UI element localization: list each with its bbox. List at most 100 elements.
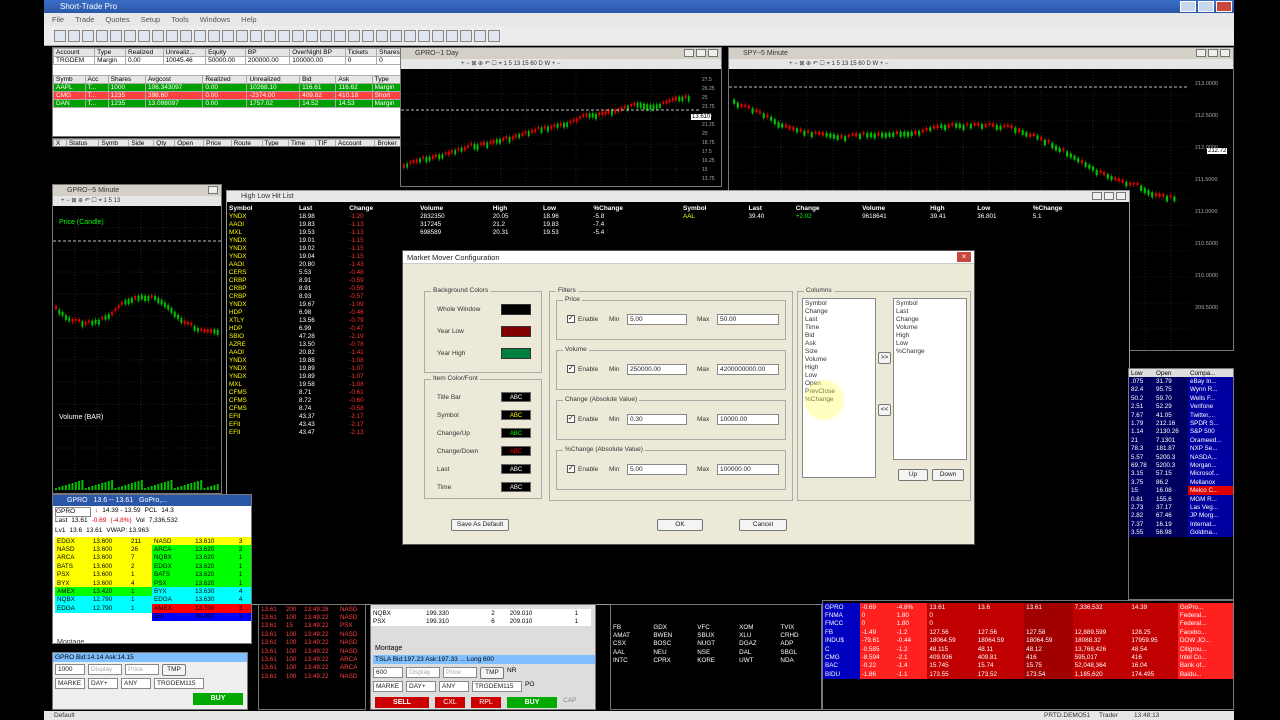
list-item[interactable]: Change	[896, 316, 964, 324]
table-row[interactable]: 3.55 56.98 Goldma...	[1129, 528, 1233, 537]
table-row[interactable]: 7.67 41.05 Twitter,...	[1129, 410, 1233, 420]
toolbar-icon-23[interactable]	[362, 29, 374, 42]
table-row[interactable]: CMG T... 1235 398.60 0.00 -2374.00 409.82 410.1…	[53, 91, 409, 100]
table-row[interactable]: AAPL T... 1000 106.343097 0.00 10268.10 116.61…	[53, 83, 409, 92]
any-select[interactable]: ANY	[121, 678, 151, 689]
maximize-button[interactable]	[1198, 1, 1214, 12]
table-row[interactable]: FB -1.49 -1.2 127.56 127.56 127.58 12,889,599 1…	[823, 628, 1233, 637]
table-row[interactable]: FNMA 0 1.80 0 Federal...	[823, 611, 1233, 620]
market-maker-row[interactable]: NQBX 199.330 2 209.010 1	[371, 609, 591, 618]
buy-button[interactable]: BUY	[193, 693, 243, 705]
sell-button[interactable]: SELL	[375, 697, 429, 708]
book-row[interactable]: EDGA 12.790 1	[55, 604, 152, 613]
menu-file[interactable]: File	[52, 13, 64, 26]
table-row[interactable]: MXL 19.53 -1.13 698589 20.31 19.53 -5.4	[227, 229, 677, 237]
table-row[interactable]: CMG -8.594 -2.1 409.936 409.81 416 595,017 416 I…	[823, 653, 1233, 662]
list-item[interactable]: Ask	[805, 340, 873, 348]
tif-select[interactable]: DAY+	[88, 678, 118, 689]
toolbar-icon-17[interactable]	[278, 29, 290, 42]
max-input[interactable]: 10000.00	[717, 414, 779, 425]
table-row[interactable]: 1.79 212.16 SPDR S...	[1129, 419, 1233, 428]
po-checkbox[interactable]: PO	[525, 681, 534, 692]
table-row[interactable]: AAL NEU NSE DAL SBGL	[611, 648, 821, 656]
table-row[interactable]: 1.14 2130.26 S&P 500	[1129, 427, 1233, 437]
display-input[interactable]: Display	[88, 664, 122, 675]
enable-checkbox[interactable]: ✓	[567, 465, 575, 473]
table-row[interactable]: 69.78 5200.3 Morgan...	[1129, 461, 1233, 470]
table-row[interactable]: 78.3 181.87 NXP Se...	[1129, 444, 1233, 453]
table-row[interactable]: 21 7.1301 Orameed...	[1129, 436, 1233, 445]
max-input[interactable]: 50.00	[717, 314, 779, 325]
account-select[interactable]: TRGDEM115	[472, 681, 522, 692]
toolbar-icon-21[interactable]	[334, 29, 346, 42]
toolbar-icon-3[interactable]	[82, 29, 94, 42]
window-maximize[interactable]	[696, 49, 706, 57]
list-item[interactable]: %Change	[896, 348, 964, 356]
table-row[interactable]: YNDX 18.98 -1.20 2832350 20.05 18.96 -5.8	[227, 213, 677, 221]
toolbar-icon-9[interactable]	[166, 29, 178, 42]
menu-help[interactable]: Help	[241, 13, 256, 26]
list-item[interactable]: High	[805, 364, 873, 372]
book-row[interactable]: ARCA 13.600 7	[55, 553, 152, 563]
table-row[interactable]: 50.2 59.70 Wells F...	[1129, 394, 1233, 403]
table-row[interactable]: AMAT BWEN SBUX XLU CRHD	[611, 631, 821, 639]
gpro-day-chart[interactable]: 27.526.252523.7522.521.252018.7517.516.2…	[401, 69, 722, 187]
table-row[interactable]: BIDU -1.86 -1.1 173.55 173.52 173.54 1,185,620…	[823, 670, 1233, 679]
add-column-button[interactable]: >>	[878, 352, 891, 364]
book-row[interactable]: BYX 13.630 4	[152, 587, 251, 596]
toolbar-icon-14[interactable]	[236, 29, 248, 42]
table-row[interactable]: 7.37 16.19 Internat...	[1129, 520, 1233, 529]
window-close[interactable]	[1116, 192, 1126, 200]
window-maximize[interactable]	[1104, 192, 1114, 200]
toolbar-icon-18[interactable]	[292, 29, 304, 42]
menu-setup[interactable]: Setup	[141, 13, 161, 26]
book-row[interactable]: ARCA 13.620 2	[152, 545, 251, 554]
toolbar-icon-25[interactable]	[390, 29, 402, 42]
book-row[interactable]: EDGX 13.620 1	[152, 562, 251, 571]
toolbar-icon-31[interactable]	[474, 29, 486, 42]
book-row[interactable]: IEX 30.000 2	[152, 612, 251, 621]
toolbar-icon-20[interactable]	[320, 29, 332, 42]
tmp-button[interactable]: TMP	[480, 667, 504, 679]
enable-checkbox[interactable]: ✓	[567, 415, 575, 423]
route-select[interactable]: MARKE	[373, 681, 403, 692]
enable-checkbox[interactable]: ✓	[567, 315, 575, 323]
window-minimize[interactable]	[208, 186, 218, 194]
min-input[interactable]: 5.00	[627, 314, 687, 325]
font-color-sample[interactable]: ABC	[501, 392, 531, 402]
list-item[interactable]: Last	[896, 308, 964, 316]
window-close[interactable]	[1220, 49, 1230, 57]
list-item[interactable]: Volume	[805, 356, 873, 364]
toolbar-icon-1[interactable]	[54, 29, 66, 42]
font-color-sample[interactable]: ABC	[501, 464, 531, 474]
montage-tab[interactable]: Montage	[57, 639, 84, 643]
list-item[interactable]: Low	[805, 372, 873, 380]
close-button[interactable]	[1216, 1, 1232, 12]
bg-color-swatch[interactable]	[501, 304, 531, 315]
table-row[interactable]: C -0.585 -1.2 48.115 48.11 48.12 13,768,426 48.…	[823, 644, 1233, 654]
window-minimize[interactable]	[1092, 192, 1102, 200]
toolbar-icon-16[interactable]	[264, 29, 276, 42]
window-close[interactable]	[708, 49, 718, 57]
toolbar-icon-28[interactable]	[432, 29, 444, 42]
toolbar-icon-29[interactable]	[446, 29, 458, 42]
market-maker-row[interactable]: PSX 199.310 6 209.010 1	[371, 617, 591, 626]
window-maximize[interactable]	[1208, 49, 1218, 57]
menu-quotes[interactable]: Quotes	[105, 13, 129, 26]
toolbar-icon-4[interactable]	[96, 29, 108, 42]
table-row[interactable]: 15 16.08 Melco C...	[1129, 486, 1233, 495]
table-row[interactable]: INDU$ -79.61 -0.44 18064.59 18064.59 18064.59…	[823, 636, 1233, 645]
min-input[interactable]: 0.30	[627, 414, 687, 425]
book-row[interactable]: EDGA 13.630 4	[152, 595, 251, 605]
toolbar-icon-15[interactable]	[250, 29, 262, 42]
book-row[interactable]: NASD 13.600 26	[55, 545, 152, 554]
bg-color-swatch[interactable]	[501, 348, 531, 359]
dialog-close-icon[interactable]: ×	[957, 252, 971, 262]
table-row[interactable]: 2.51 52.29 Verifone	[1129, 402, 1233, 411]
book-row[interactable]: BATS 13.620 1	[152, 570, 251, 579]
max-input[interactable]: 100000.00	[717, 464, 779, 475]
move-down-button[interactable]: Down	[932, 469, 964, 481]
toolbar-icon-6[interactable]	[124, 29, 136, 42]
gpro-5min-chart[interactable]	[53, 206, 222, 494]
toolbar-icon-11[interactable]	[194, 29, 206, 42]
